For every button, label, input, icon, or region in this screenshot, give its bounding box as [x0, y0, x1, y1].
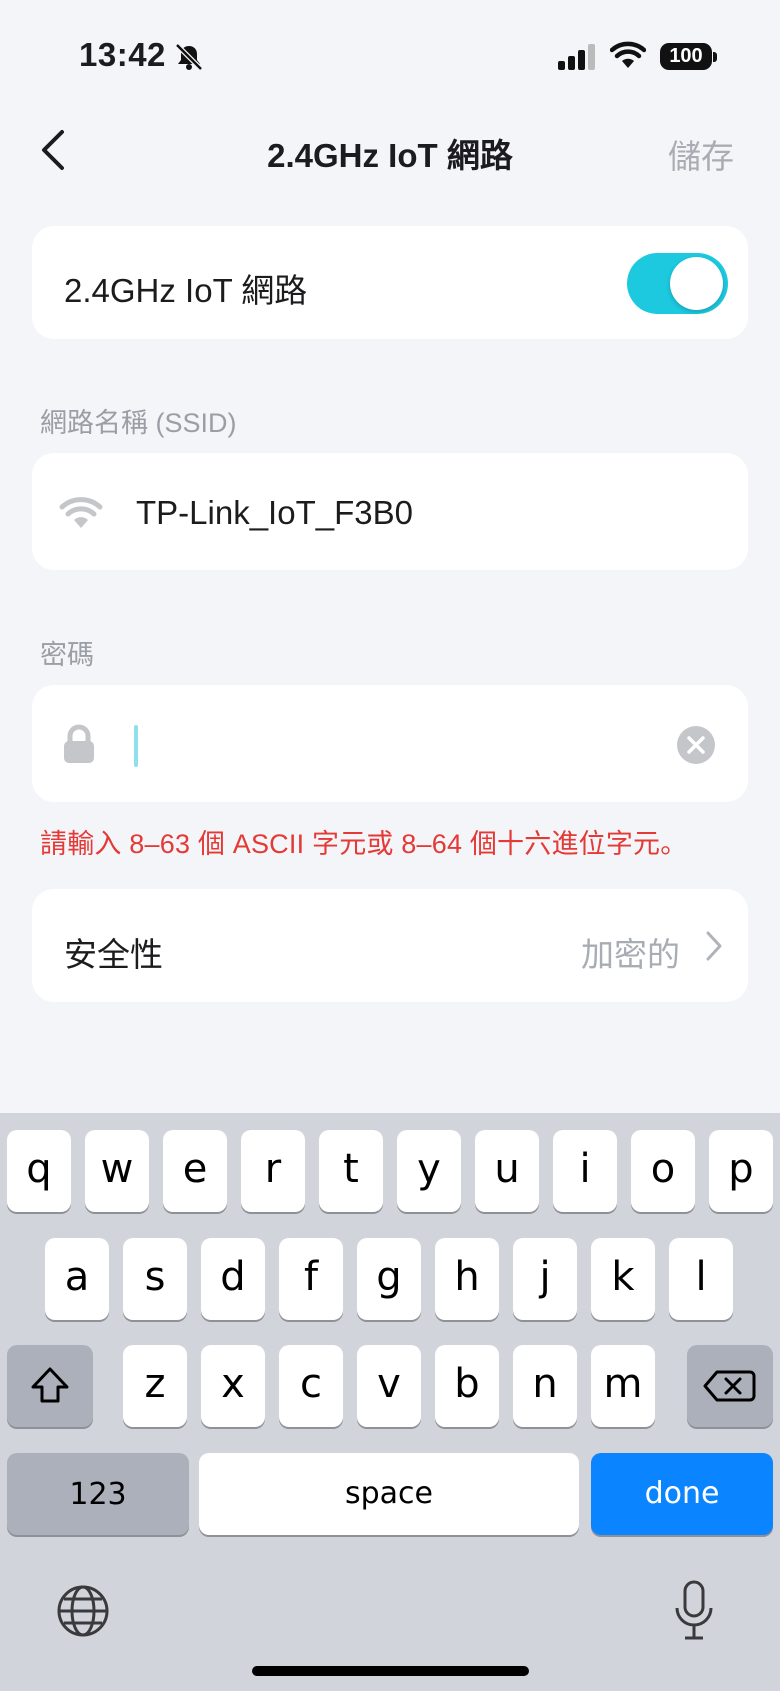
space-key-label: space: [344, 1476, 433, 1511]
key-e-label: e: [182, 1146, 208, 1192]
space-key[interactable]: space: [199, 1453, 579, 1535]
key-x[interactable]: x: [201, 1345, 265, 1427]
ssid-section-label: 網路名稱 (SSID): [40, 408, 237, 438]
cellular-signal-icon: [558, 44, 595, 70]
save-button[interactable]: 儲存: [668, 130, 734, 178]
key-a[interactable]: a: [45, 1238, 109, 1320]
key-j[interactable]: j: [513, 1238, 577, 1320]
key-q[interactable]: q: [7, 1130, 71, 1212]
key-y[interactable]: y: [397, 1130, 461, 1212]
key-f-label: f: [303, 1254, 319, 1300]
battery-indicator: 100: [660, 43, 712, 70]
key-x-label: x: [221, 1361, 245, 1407]
key-u-label: u: [494, 1146, 520, 1192]
key-t[interactable]: t: [319, 1130, 383, 1212]
key-z-label: z: [144, 1361, 166, 1407]
key-d[interactable]: d: [201, 1238, 265, 1320]
key-e[interactable]: e: [163, 1130, 227, 1212]
key-r-label: r: [264, 1146, 282, 1192]
password-field[interactable]: [32, 685, 748, 802]
ssid-value[interactable]: TP-Link_IoT_F3B0: [136, 494, 413, 532]
password-section-label: 密碼: [40, 640, 94, 670]
key-c[interactable]: c: [279, 1345, 343, 1427]
key-n-label: n: [532, 1361, 558, 1407]
backspace-icon: [703, 1370, 756, 1402]
done-key[interactable]: done: [591, 1453, 773, 1535]
key-z[interactable]: z: [123, 1345, 187, 1427]
key-m[interactable]: m: [591, 1345, 655, 1427]
lock-icon: [64, 724, 94, 763]
password-error-message: 請輸入 8–63 個 ASCII 字元或 8–64 個十六進位字元。: [40, 829, 688, 859]
key-p[interactable]: p: [709, 1130, 773, 1212]
numbers-key-label: 123: [69, 1477, 127, 1512]
key-y-label: y: [417, 1146, 441, 1192]
numbers-key[interactable]: 123: [7, 1453, 189, 1535]
key-o-label: o: [650, 1146, 676, 1192]
globe-icon[interactable]: [56, 1584, 110, 1638]
key-u[interactable]: u: [475, 1130, 539, 1212]
chevron-right-icon: [706, 931, 722, 961]
key-f[interactable]: f: [279, 1238, 343, 1320]
key-w-label: w: [100, 1146, 134, 1192]
key-l-label: l: [695, 1254, 707, 1300]
security-label: 安全性: [64, 936, 163, 973]
security-value: 加密的: [581, 936, 680, 973]
key-q-label: q: [26, 1146, 52, 1192]
shift-key[interactable]: [7, 1345, 93, 1427]
key-b[interactable]: b: [435, 1345, 499, 1427]
key-j-label: j: [539, 1254, 551, 1300]
key-b-label: b: [454, 1361, 480, 1407]
text-cursor: [134, 725, 138, 767]
wifi-status-icon: [610, 41, 646, 68]
key-h[interactable]: h: [435, 1238, 499, 1320]
key-o[interactable]: o: [631, 1130, 695, 1212]
key-n[interactable]: n: [513, 1345, 577, 1427]
done-key-label: done: [644, 1476, 720, 1511]
key-s-label: s: [144, 1254, 166, 1300]
key-k-label: k: [611, 1254, 635, 1300]
iot-network-toggle-label: 2.4GHz IoT 網路: [64, 272, 308, 309]
key-k[interactable]: k: [591, 1238, 655, 1320]
delete-key[interactable]: [687, 1345, 773, 1427]
key-v-label: v: [377, 1361, 401, 1407]
key-g[interactable]: g: [357, 1238, 421, 1320]
key-t-label: t: [343, 1146, 359, 1192]
key-d-label: d: [220, 1254, 246, 1300]
key-h-label: h: [454, 1254, 480, 1300]
key-v[interactable]: v: [357, 1345, 421, 1427]
key-s[interactable]: s: [123, 1238, 187, 1320]
home-indicator: [252, 1666, 529, 1676]
switch-knob: [670, 257, 723, 310]
key-i-label: i: [579, 1146, 591, 1192]
key-g-label: g: [376, 1254, 402, 1300]
key-c-label: c: [300, 1361, 322, 1407]
clear-x-icon: [687, 736, 705, 754]
page-title: 2.4GHz IoT 網路: [267, 137, 513, 174]
key-p-label: p: [728, 1146, 754, 1192]
key-a-label: a: [64, 1254, 90, 1300]
key-r[interactable]: r: [241, 1130, 305, 1212]
key-i[interactable]: i: [553, 1130, 617, 1212]
battery-cap: [713, 52, 717, 62]
wifi-icon: [59, 497, 103, 528]
microphone-icon[interactable]: [674, 1580, 714, 1642]
key-w[interactable]: w: [85, 1130, 149, 1212]
bell-muted-icon: [175, 43, 203, 71]
shift-icon: [31, 1367, 69, 1403]
key-l[interactable]: l: [669, 1238, 733, 1320]
status-time: 13:42: [79, 36, 166, 73]
key-m-label: m: [603, 1361, 643, 1407]
